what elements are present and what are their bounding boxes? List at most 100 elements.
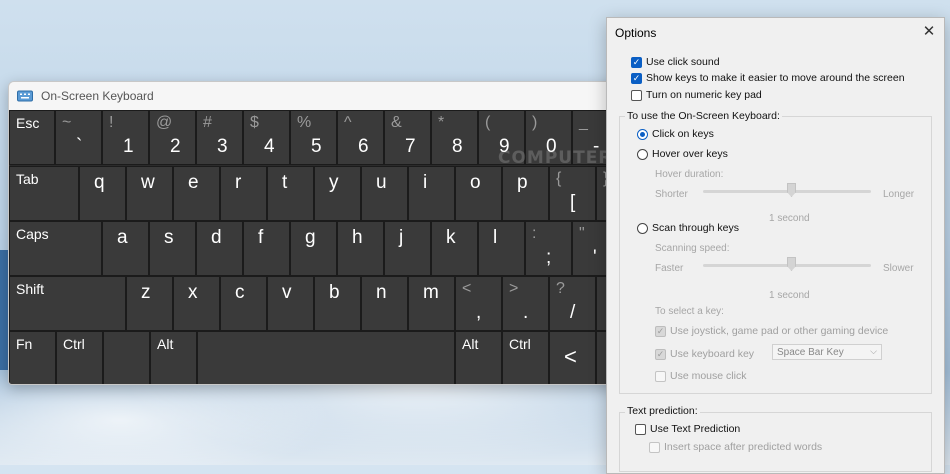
key-row2-7[interactable]: u [361, 166, 408, 221]
joystick-checkbox[interactable]: Use joystick, game pad or other gaming d… [655, 325, 888, 337]
key-row3-2[interactable]: s [149, 221, 196, 276]
checkbox-checked-icon[interactable] [631, 56, 642, 68]
key-row2-1[interactable]: q [79, 166, 126, 221]
key-row3-10[interactable]: :; [525, 221, 572, 276]
key-row1-8[interactable]: & 7 [384, 110, 431, 165]
key-row3-9[interactable]: l [478, 221, 525, 276]
radio-selected-icon[interactable] [637, 128, 648, 140]
keyboard-key-select[interactable]: Space Bar Key ⌵ [772, 344, 882, 360]
key-row4-0[interactable]: Shift [9, 276, 126, 331]
key-main-label: u [376, 172, 387, 193]
key-row2-9[interactable]: o [455, 166, 502, 221]
show-keys-checkbox[interactable]: Show keys to make it easier to move arou… [631, 72, 905, 84]
show-keys-label: Show keys to make it easier to move arou… [646, 72, 905, 84]
click-on-keys-radio[interactable]: Click on keys [637, 128, 714, 140]
key-row4-2[interactable]: x [173, 276, 220, 331]
key-main-label: 6 [358, 136, 369, 157]
key-row1-0[interactable]: Esc [9, 110, 55, 165]
key-main-label: . [523, 302, 529, 323]
mouse-click-label: Use mouse click [670, 370, 747, 382]
key-row3-7[interactable]: j [384, 221, 431, 276]
key-row2-11[interactable]: {[ [549, 166, 596, 221]
key-row5-1[interactable]: Ctrl [56, 331, 103, 384]
key-row2-8[interactable]: i [408, 166, 455, 221]
key-row4-9[interactable]: >. [502, 276, 549, 331]
key-shift-label: & [391, 114, 402, 131]
radio-unselected-icon[interactable] [637, 222, 648, 234]
key-row2-3[interactable]: e [173, 166, 220, 221]
key-row2-2[interactable]: w [126, 166, 173, 221]
key-row5-6[interactable]: Ctrl [502, 331, 549, 384]
checkbox-checked-disabled-icon[interactable] [655, 348, 666, 360]
key-row1-5[interactable]: $4 [243, 110, 290, 165]
key-row2-6[interactable]: y [314, 166, 361, 221]
options-title: Options [615, 26, 657, 40]
key-row2-0[interactable]: Tab [9, 166, 79, 221]
use-click-sound-checkbox[interactable]: Use click sound [631, 56, 720, 68]
key-main-label: < [564, 344, 577, 369]
hover-over-keys-label: Hover over keys [652, 148, 728, 160]
key-main-label: l [493, 227, 498, 248]
checkbox-unchecked-disabled-icon[interactable] [655, 370, 666, 382]
key-row3-4[interactable]: f [243, 221, 290, 276]
key-row5-3[interactable]: Alt [150, 331, 197, 384]
close-icon[interactable]: ✕ [921, 24, 937, 40]
key-main-label: p [517, 172, 528, 193]
hover-duration-label: Hover duration: [655, 169, 724, 180]
checkbox-checked-icon[interactable] [631, 72, 642, 84]
key-row1-7[interactable]: ^ 6 [337, 110, 384, 165]
key-row4-5[interactable]: b [314, 276, 361, 331]
insert-space-checkbox[interactable]: Insert space after predicted words [649, 441, 822, 453]
key-shift-label: ( [485, 114, 491, 131]
key-row2-4[interactable]: r [220, 166, 267, 221]
key-row4-4[interactable]: v [267, 276, 314, 331]
key-row1-2[interactable]: ! 1 [102, 110, 149, 165]
key-main-label: n [376, 282, 387, 303]
key-row5-5[interactable]: Alt [455, 331, 502, 384]
key-shift-label: @ [156, 114, 173, 131]
key-row4-6[interactable]: n [361, 276, 408, 331]
key-main-label: z [141, 282, 151, 303]
key-row5-0[interactable]: Fn [9, 331, 56, 384]
key-row3-0[interactable]: Caps [9, 221, 102, 276]
use-text-prediction-checkbox[interactable]: Use Text Prediction [635, 423, 740, 435]
key-row4-8[interactable]: <, [455, 276, 502, 331]
key-row1-4[interactable]: #3 [196, 110, 243, 165]
checkbox-unchecked-icon[interactable] [631, 89, 642, 101]
key-row5-2[interactable] [103, 331, 177, 384]
key-row5-4[interactable] [197, 331, 455, 384]
osk-titlebar[interactable]: On-Screen Keyboard [9, 82, 649, 110]
key-row2-10[interactable]: p [502, 166, 549, 221]
mouse-click-checkbox[interactable]: Use mouse click [655, 370, 746, 382]
key-row3-1[interactable]: a [102, 221, 149, 276]
numeric-pad-checkbox[interactable]: Turn on numeric key pad [631, 89, 762, 101]
hover-over-keys-radio[interactable]: Hover over keys [637, 148, 728, 160]
key-row3-3[interactable]: d [196, 221, 243, 276]
key-row1-1[interactable]: ~ ` [55, 110, 102, 165]
keyboard-key-checkbox[interactable]: Use keyboard key [655, 348, 754, 360]
checkbox-unchecked-disabled-icon[interactable] [649, 441, 660, 453]
key-row5-7[interactable]: < [549, 331, 596, 384]
key-row3-5[interactable]: g [290, 221, 337, 276]
radio-unselected-icon[interactable] [637, 148, 648, 160]
key-main-label: , [476, 302, 482, 323]
key-main-label: s [164, 227, 174, 248]
key-row4-3[interactable]: c [220, 276, 267, 331]
key-row4-1[interactable]: z [126, 276, 173, 331]
key-row1-3[interactable]: @2 [149, 110, 196, 165]
chevron-down-icon: ⌵ [870, 346, 877, 356]
key-row1-6[interactable]: % 5 [290, 110, 337, 165]
keyboard-key-label: Use keyboard key [670, 348, 755, 360]
checkbox-unchecked-icon[interactable] [635, 423, 646, 435]
key-row3-6[interactable]: h [337, 221, 384, 276]
scan-through-keys-radio[interactable]: Scan through keys [637, 222, 739, 234]
key-main-label: ` [76, 136, 83, 157]
key-row4-7[interactable]: m [408, 276, 455, 331]
key-row1-9[interactable]: * 8 [431, 110, 478, 165]
key-shift-label: { [556, 170, 562, 187]
key-row4-10[interactable]: ? / [549, 276, 596, 331]
key-row3-8[interactable]: k [431, 221, 478, 276]
click-on-keys-label: Click on keys [652, 128, 714, 140]
checkbox-checked-disabled-icon[interactable] [655, 325, 666, 337]
key-row2-5[interactable]: t [267, 166, 314, 221]
